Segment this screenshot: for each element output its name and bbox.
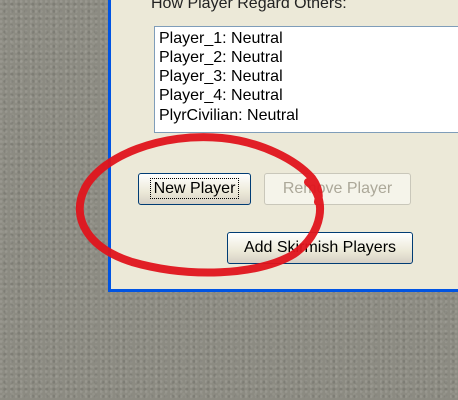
list-item[interactable]: Player_4: Neutral [159,86,283,105]
remove-player-button-label: Remove Player [282,180,393,197]
player-relations-listbox[interactable]: Player_1: Neutral Player_2: Neutral Play… [154,26,458,133]
add-skirmish-players-button[interactable]: Add Skirmish Players [227,232,413,264]
add-skirmish-players-button-label: Add Skirmish Players [243,239,397,256]
new-player-button-label: New Player [149,178,240,199]
list-item[interactable]: Player_1: Neutral [159,29,283,48]
list-item[interactable]: PlyrCivilian: Neutral [159,106,299,125]
remove-player-button[interactable]: Remove Player [264,173,411,205]
group-label: How Player Regard Others: [151,0,347,12]
list-item[interactable]: Player_2: Neutral [159,48,283,67]
new-player-button[interactable]: New Player [138,173,251,205]
list-item[interactable]: Player_3: Neutral [159,67,283,86]
